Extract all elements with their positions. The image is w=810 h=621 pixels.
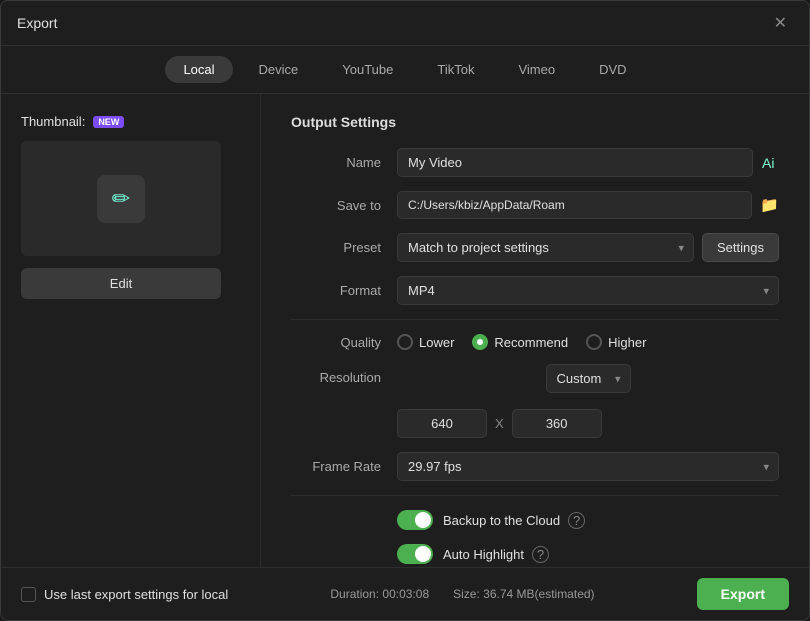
quality-lower-label: Lower [419,335,454,350]
framerate-row: Frame Rate 29.97 fps [291,452,779,481]
footer-center: Duration: 00:03:08 Size: 36.74 MB(estima… [330,587,594,601]
name-row: Name Ai [291,148,779,177]
footer: Use last export settings for local Durat… [1,567,809,620]
close-button[interactable]: ✕ [768,11,793,35]
quality-lower[interactable]: Lower [397,334,454,350]
tab-local[interactable]: Local [165,56,232,83]
format-select-wrapper: MP4 [397,276,779,305]
save-to-label: Save to [291,198,381,213]
tab-bar: Local Device YouTube TikTok Vimeo DVD [1,46,809,94]
auto-highlight-toggle[interactable] [397,544,433,564]
tab-tiktok[interactable]: TikTok [419,56,492,83]
auto-highlight-row: Auto Highlight ? [397,544,779,564]
size-value: 36.74 MB(estimated) [483,587,594,601]
window-title: Export [17,15,57,31]
quality-options: Lower Recommend Higher [397,334,779,350]
backup-toggle[interactable] [397,510,433,530]
res-height-input[interactable] [512,409,602,438]
edit-thumbnail-button[interactable]: Edit [21,268,221,299]
settings-button[interactable]: Settings [702,233,779,262]
quality-row: Quality Lower Recommend Higher [291,334,779,350]
divider-1 [291,319,779,320]
name-label: Name [291,155,381,170]
duration-label: Duration: [330,587,379,601]
save-to-row: Save to 📁 [291,191,779,219]
duration-info: Duration: 00:03:08 [330,587,429,601]
preset-select-wrapper: Match to project settings [397,233,694,262]
resolution-select[interactable]: Custom [546,364,631,393]
preset-row: Preset Match to project settings Setting… [291,233,779,262]
radio-higher[interactable] [586,334,602,350]
tab-youtube[interactable]: YouTube [324,56,411,83]
thumbnail-header: Thumbnail: NEW [21,114,124,129]
quality-recommend[interactable]: Recommend [472,334,568,350]
duration-value: 00:03:08 [382,587,429,601]
preset-label: Preset [291,240,381,255]
ai-icon[interactable]: Ai [761,154,779,172]
resolution-control: Custom X [397,364,779,438]
quality-higher-label: Higher [608,335,646,350]
preset-select[interactable]: Match to project settings [397,233,694,262]
quality-label: Quality [291,335,381,350]
res-width-input[interactable] [397,409,487,438]
name-control: Ai [397,148,779,177]
framerate-select-wrapper: 29.97 fps [397,452,779,481]
size-label: Size: [453,587,480,601]
auto-highlight-help-icon[interactable]: ? [532,546,549,563]
format-control: MP4 [397,276,779,305]
svg-text:Ai: Ai [762,155,774,171]
name-input[interactable] [397,148,753,177]
tab-device[interactable]: Device [241,56,317,83]
tab-dvd[interactable]: DVD [581,56,644,83]
auto-highlight-label: Auto Highlight [443,547,524,562]
quality-recommend-label: Recommend [494,335,568,350]
framerate-select[interactable]: 29.97 fps [397,452,779,481]
new-badge: NEW [93,116,124,128]
radio-lower[interactable] [397,334,413,350]
framerate-control: 29.97 fps [397,452,779,481]
format-select[interactable]: MP4 [397,276,779,305]
resolution-row: Resolution Custom X [291,364,779,438]
quality-higher[interactable]: Higher [586,334,646,350]
left-panel: Thumbnail: NEW ✏ Edit [1,94,261,567]
right-panel: Output Settings Name Ai Save to [261,94,809,567]
res-x-label: X [495,416,504,431]
footer-left: Use last export settings for local [21,587,228,602]
titlebar: Export ✕ [1,1,809,46]
thumb-pencil-icon: ✏ [97,175,145,223]
framerate-label: Frame Rate [291,459,381,474]
tab-vimeo[interactable]: Vimeo [500,56,573,83]
resolution-inputs: X [397,409,779,438]
save-to-control: 📁 [397,191,779,219]
save-to-input[interactable] [397,191,752,219]
main-content: Thumbnail: NEW ✏ Edit Output Settings Na… [1,94,809,567]
format-row: Format MP4 [291,276,779,305]
backup-label: Backup to the Cloud [443,513,560,528]
backup-help-icon[interactable]: ? [568,512,585,529]
export-window: Export ✕ Local Device YouTube TikTok Vim… [0,0,810,621]
export-button[interactable]: Export [697,578,789,610]
last-export-label: Use last export settings for local [44,587,228,602]
thumbnail-label-text: Thumbnail: [21,114,85,129]
size-info: Size: 36.74 MB(estimated) [453,587,594,601]
format-label: Format [291,283,381,298]
divider-2 [291,495,779,496]
resolution-label: Resolution [291,364,381,385]
radio-recommend[interactable] [472,334,488,350]
thumbnail-preview: ✏ [21,141,221,256]
folder-icon[interactable]: 📁 [760,196,779,214]
resolution-select-wrapper: Custom [546,364,631,393]
preset-control: Match to project settings Settings [397,233,779,262]
output-settings-title: Output Settings [291,114,779,130]
last-export-checkbox[interactable] [21,587,36,602]
backup-row: Backup to the Cloud ? [397,510,779,530]
